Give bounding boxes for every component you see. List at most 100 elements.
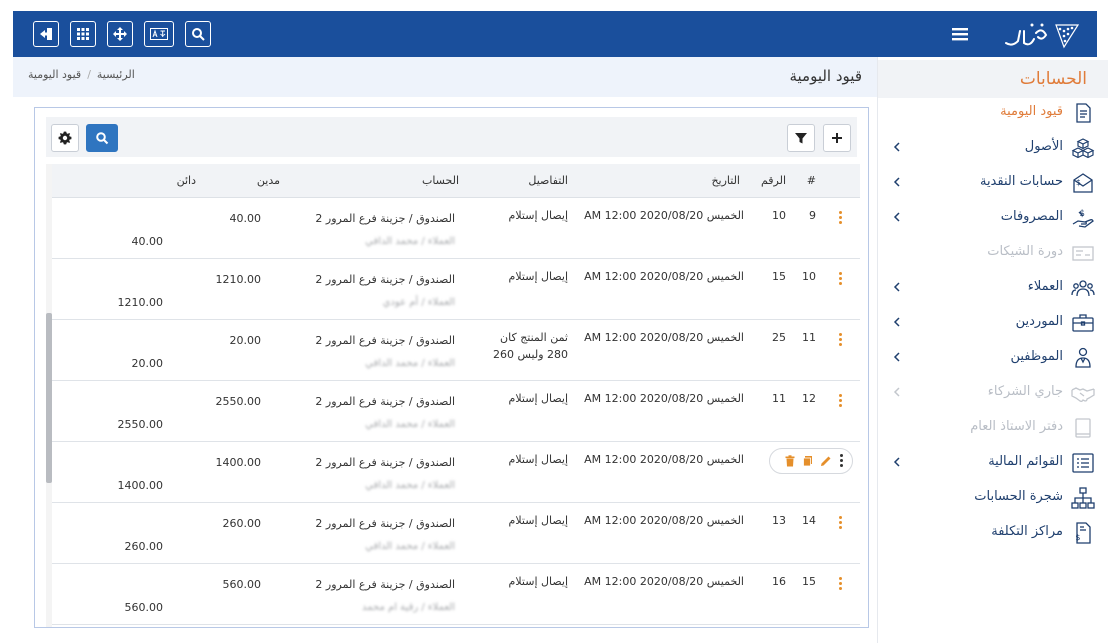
row-number: 25 <box>772 331 786 344</box>
row-account: الصندوق / جزينة فرع المرور 2 <box>315 212 455 225</box>
breadcrumb-home-link[interactable]: الرئيسية <box>97 68 135 81</box>
sidebar-item-suppliers[interactable]: الموردين <box>878 305 1108 340</box>
row-number: 16 <box>772 575 786 588</box>
column-header-date[interactable]: التاريخ <box>711 174 740 187</box>
sidebar-item-cheques-cycle[interactable]: دورة الشيكات <box>878 235 1108 270</box>
sidebar-item-assets[interactable]: الأصول <box>878 130 1108 165</box>
row-date: الخميس 2020/08/20 AM 12:00 <box>584 453 744 466</box>
sidebar-item-label: القوائم المالية <box>988 454 1063 469</box>
row-date: الخميس 2020/08/20 AM 12:00 <box>584 575 744 588</box>
sidebar-item-employees[interactable]: الموظفين <box>878 340 1108 375</box>
sidebar-item-label: جاري الشركاء <box>987 384 1063 399</box>
row-credit: 20.00 <box>131 357 164 370</box>
edit-icon[interactable] <box>820 455 832 467</box>
customers-icon <box>1071 280 1095 297</box>
table-row[interactable]: 10 15 الخميس 2020/08/20 AM 12:00 إيصال إ… <box>52 259 860 320</box>
table-row[interactable]: 14 13 الخميس 2020/08/20 AM 12:00 إيصال إ… <box>52 503 860 564</box>
sidebar-item-label: دفتر الاستاذ العام <box>970 419 1063 434</box>
logout-button[interactable] <box>33 21 59 47</box>
row-sub-account: العملاء / أم عودي <box>382 297 455 308</box>
svg-text:$: $ <box>1075 533 1080 542</box>
row-account: الصندوق / جزينة فرع المرور 2 <box>315 273 455 286</box>
svg-text:$: $ <box>1076 178 1081 187</box>
sidebar-item-customers[interactable]: العملاء <box>878 270 1108 305</box>
row-account: الصندوق / جزينة فرع المرور 2 <box>315 517 455 530</box>
search-button[interactable] <box>86 124 118 152</box>
row-date: الخميس 2020/08/20 AM 12:00 <box>584 392 744 405</box>
page-header: قيود اليومية الرئيسية / قيود اليومية <box>13 57 877 97</box>
row-details: إيصال إستلام <box>508 575 568 588</box>
row-menu-icon[interactable] <box>839 333 843 347</box>
sidebar-item-general-ledger[interactable]: دفتر الاستاذ العام <box>878 410 1108 445</box>
table-toolbar <box>46 117 857 157</box>
search-icon <box>192 28 205 41</box>
sidebar-item-label: الأصول <box>1024 139 1063 154</box>
row-debit: 1210.00 <box>215 273 262 286</box>
table-row[interactable]: الخميس 2020/08/20 AM 12:00 إيصال إستلام … <box>52 442 860 503</box>
sidebar-item-cost-centers[interactable]: $ مراكز التكلفة <box>878 515 1108 550</box>
journal-entries-panel: # الرقم التاريخ التفاصيل الحساب مدين دائ… <box>34 107 869 628</box>
language-button[interactable] <box>144 21 174 47</box>
table-header: # الرقم التاريخ التفاصيل الحساب مدين دائ… <box>52 164 860 198</box>
row-index: 14 <box>802 514 816 527</box>
column-header-number[interactable]: الرقم <box>761 174 786 187</box>
delete-icon[interactable] <box>784 455 796 467</box>
table-row[interactable]: 15 16 الخميس 2020/08/20 AM 12:00 إيصال إ… <box>52 564 860 625</box>
table-row[interactable]: 9 10 الخميس 2020/08/20 AM 12:00 إيصال إس… <box>52 198 860 259</box>
boxes-icon <box>1071 138 1095 159</box>
logout-icon <box>40 28 52 40</box>
sidebar-item-label: قيود اليومية <box>1000 104 1063 119</box>
sidebar-item-cash-accounts[interactable]: $ حسابات النقدية <box>878 165 1108 200</box>
settings-button[interactable] <box>51 124 79 152</box>
filter-button[interactable] <box>787 124 815 152</box>
apps-grid-button[interactable] <box>70 21 96 47</box>
sidebar-item-journal-entries[interactable]: قيود اليومية <box>878 95 1108 130</box>
global-search-button[interactable] <box>185 21 211 47</box>
column-header-account[interactable]: الحساب <box>422 174 459 187</box>
cost-center-icon: $ <box>1075 522 1091 544</box>
sidebar-item-label: العملاء <box>1027 279 1063 294</box>
sidebar-item-chart-of-accounts[interactable]: شجرة الحسابات <box>878 480 1108 515</box>
row-debit: 40.00 <box>229 212 262 225</box>
account-tree-icon <box>1071 487 1095 509</box>
sidebar-item-financial-statements[interactable]: القوائم المالية <box>878 445 1108 480</box>
row-menu-icon[interactable] <box>839 394 843 408</box>
row-menu-icon[interactable] <box>839 577 843 591</box>
row-account: الصندوق / جزينة فرع المرور 2 <box>315 456 455 469</box>
cash-envelope-icon: $ <box>1073 173 1093 193</box>
fullscreen-button[interactable] <box>107 21 133 47</box>
row-details: إيصال إستلام <box>508 270 568 283</box>
page-title: قيود اليومية <box>789 67 862 85</box>
column-header-credit[interactable]: دائن <box>177 174 196 187</box>
row-account: الصندوق / جزينة فرع المرور 2 <box>315 334 455 347</box>
row-number: 10 <box>772 209 786 222</box>
sidebar-item-label: شجرة الحسابات <box>974 489 1063 504</box>
sidebar-item-label: مراكز التكلفة <box>991 524 1063 539</box>
row-menu-icon[interactable] <box>839 272 843 286</box>
row-menu-icon[interactable] <box>839 516 843 530</box>
row-sub-account: العملاء / محمد الدافي <box>365 541 455 552</box>
more-icon[interactable] <box>840 454 844 468</box>
row-menu-icon[interactable] <box>839 211 843 225</box>
table-row[interactable]: 12 11 الخميس 2020/08/20 AM 12:00 إيصال إ… <box>52 381 860 442</box>
employees-icon <box>1075 347 1091 368</box>
add-entry-button[interactable] <box>823 124 851 152</box>
chevron-left-icon <box>893 212 900 222</box>
column-header-hash: # <box>806 174 816 187</box>
copy-icon[interactable] <box>802 455 814 467</box>
column-header-details[interactable]: التفاصيل <box>528 174 568 187</box>
row-details: إيصال إستلام <box>508 453 568 466</box>
breadcrumb-separator: / <box>87 68 91 81</box>
row-debit: 2550.00 <box>215 395 262 408</box>
sidebar-item-expenses[interactable]: $ المصروفات <box>878 200 1108 235</box>
sidebar-item-label: حسابات النقدية <box>979 174 1063 189</box>
row-debit: 260.00 <box>222 517 262 530</box>
row-account: الصندوق / جزينة فرع المرور 2 <box>315 578 455 591</box>
column-header-debit[interactable]: مدين <box>257 174 280 187</box>
table-row[interactable]: 11 25 الخميس 2020/08/20 AM 12:00 ثمن الم… <box>52 320 860 381</box>
row-index: 10 <box>802 270 816 283</box>
chevron-left-icon <box>893 352 900 362</box>
grid-icon <box>77 28 89 40</box>
hamburger-icon[interactable] <box>951 25 969 43</box>
sidebar-item-partners-current[interactable]: جاري الشركاء <box>878 375 1108 410</box>
